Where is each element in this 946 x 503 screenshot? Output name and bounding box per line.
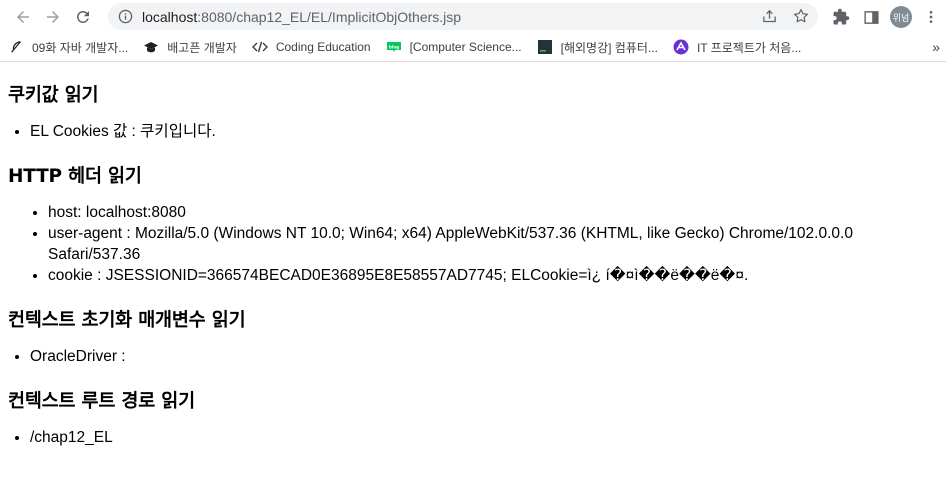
list-item: user-agent : Mozilla/5.0 (Windows NT 10.… [48, 223, 938, 265]
menu-button[interactable] [916, 2, 946, 32]
code-icon [251, 39, 268, 55]
bookmark-item[interactable]: blog [Computer Science... [386, 39, 522, 55]
site-info-icon[interactable] [117, 9, 133, 25]
reload-button[interactable] [68, 2, 98, 32]
forward-button[interactable] [38, 2, 68, 32]
back-button[interactable] [8, 2, 38, 32]
share-icon[interactable] [760, 7, 778, 25]
bookmark-item[interactable]: IT 프로젝트가 처음... [673, 39, 801, 56]
blog-icon: blog [386, 39, 402, 55]
address-bar[interactable]: localhost:8080/chap12_EL/EL/ImplicitObjO… [108, 3, 818, 30]
bookmark-label: 09화 자바 개발자... [32, 40, 129, 55]
init-param-list: OracleDriver : [8, 346, 938, 367]
forward-arrow-icon [47, 10, 59, 23]
puzzle-icon [833, 8, 850, 25]
feather-icon [8, 39, 24, 55]
terminal-icon [537, 39, 553, 55]
graduation-cap-icon [143, 39, 159, 55]
list-item: OracleDriver : [30, 346, 938, 367]
init-param-heading: 컨텍스트 초기화 매개변수 읽기 [8, 310, 246, 331]
side-panel-icon [863, 10, 879, 24]
browser-toolbar: localhost:8080/chap12_EL/EL/ImplicitObjO… [0, 0, 946, 33]
bookmark-item[interactable]: 09화 자바 개발자... [8, 39, 128, 56]
extensions-button[interactable] [826, 2, 856, 32]
context-root-list: /chap12_EL [8, 427, 938, 448]
reload-icon [76, 10, 89, 23]
cookie-list: EL Cookies 값 : 쿠키입니다. [8, 121, 938, 142]
bookmark-item[interactable]: [해외명강] 컴퓨터... [537, 39, 658, 56]
kebab-menu-icon [929, 11, 933, 23]
url-text[interactable]: localhost:8080/chap12_EL/EL/ImplicitObjO… [142, 9, 461, 25]
svg-text:blog: blog [388, 44, 398, 49]
bookmarks-bar: 09화 자바 개발자... 배고픈 개발자 Coding Education b… [0, 33, 946, 62]
list-item: host: localhost:8080 [48, 202, 938, 223]
profile-avatar[interactable]: 위넘 [890, 6, 912, 28]
bookmark-item[interactable]: Coding Education [251, 39, 371, 55]
url-host: localhost [142, 8, 198, 25]
http-header-heading: HTTP 헤더 읽기 [8, 166, 142, 187]
bookmark-star-icon[interactable] [792, 7, 810, 25]
bookmark-label: [해외명강] 컴퓨터... [560, 40, 658, 55]
bookmark-item[interactable]: 배고픈 개발자 [143, 39, 237, 56]
bookmark-label: IT 프로젝트가 처음... [696, 40, 802, 55]
url-path: :8080/chap12_EL/EL/ImplicitObjOthers.jsp [197, 8, 462, 25]
side-panel-button[interactable] [856, 2, 886, 32]
bookmark-label: Coding Education [275, 40, 371, 54]
list-item: cookie : JSESSIONID=366574BECAD0E36895E8… [48, 265, 938, 286]
context-root-heading: 컨텍스트 루트 경로 읽기 [8, 391, 195, 412]
http-header-list: host: localhost:8080 user-agent : Mozill… [8, 202, 938, 286]
bookmarks-more-button[interactable]: » [932, 39, 940, 55]
list-item: /chap12_EL [30, 427, 938, 448]
back-arrow-icon [17, 10, 29, 23]
purple-logo-icon [673, 39, 689, 55]
list-item: EL Cookies 값 : 쿠키입니다. [30, 121, 938, 142]
cookie-heading: 쿠키값 읽기 [8, 85, 99, 106]
page-content: 쿠키값 읽기 EL Cookies 값 : 쿠키입니다. HTTP 헤더 읽기 … [0, 81, 946, 448]
bookmark-label: 배고픈 개발자 [167, 40, 237, 55]
bookmark-label: [Computer Science... [409, 40, 522, 54]
